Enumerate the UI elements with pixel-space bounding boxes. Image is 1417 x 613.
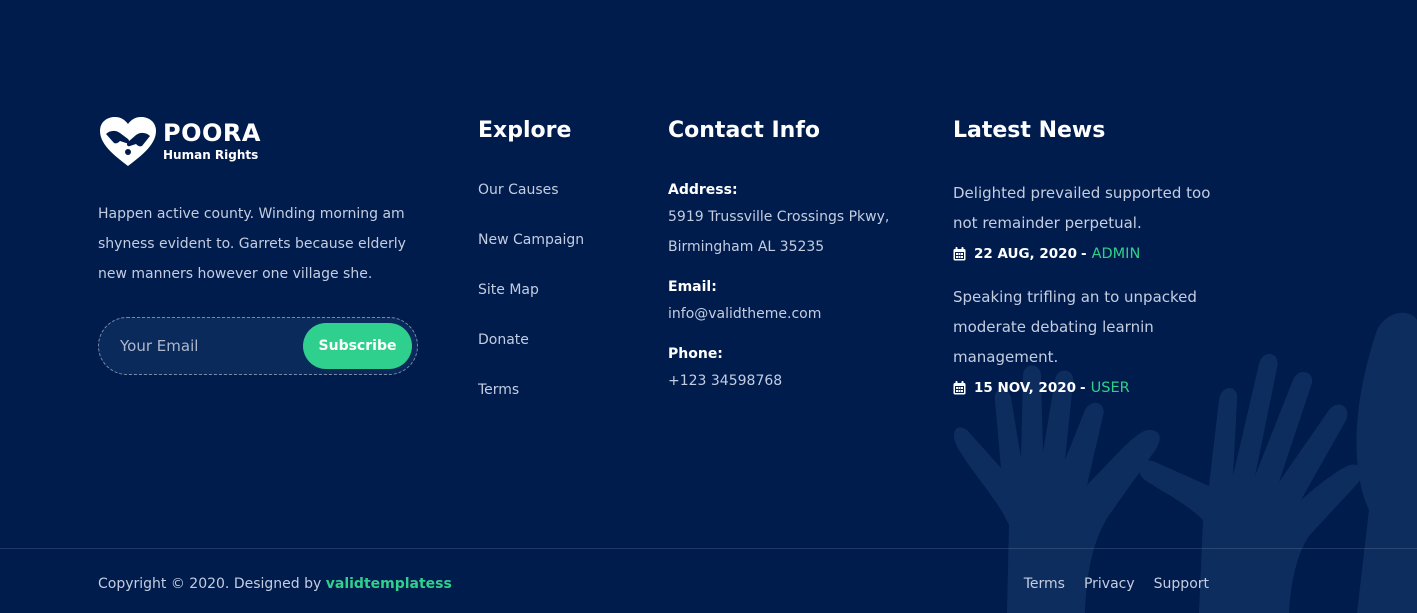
contact-info: Address: 5919 Trussville Crossings Pkwy,… [668, 178, 928, 409]
phone-label: Phone: [668, 346, 723, 362]
news-title[interactable]: Delighted prevailed supported too not re… [953, 178, 1223, 238]
copyright-prefix: Copyright © 2020. Designed by [98, 576, 322, 592]
news-item: Speaking trifling an to unpacked moderat… [953, 282, 1223, 398]
explore-item: New Campaign [478, 228, 584, 278]
news-separator: - [1080, 246, 1087, 262]
footer-link-privacy[interactable]: Privacy [1084, 573, 1135, 595]
news-item: Delighted prevailed supported too not re… [953, 178, 1223, 264]
news-heading: Latest News [953, 118, 1106, 143]
contact-heading: Contact Info [668, 118, 821, 143]
email-value[interactable]: info@validtheme.com [668, 299, 928, 329]
brand-tagline: Human Rights [163, 148, 259, 162]
explore-heading: Explore [478, 118, 572, 143]
email-block: Email: info@validtheme.com [668, 275, 928, 329]
calendar-icon [953, 381, 966, 395]
copyright-text: Copyright © 2020. Designed by validtempl… [98, 573, 452, 595]
explore-link-our-causes[interactable]: Our Causes [478, 182, 559, 198]
brand-name: POORA [163, 119, 261, 147]
news-list: Delighted prevailed supported too not re… [953, 178, 1223, 416]
explore-item: Our Causes [478, 178, 584, 228]
news-author-link[interactable]: ADMIN [1092, 244, 1141, 264]
email-input[interactable] [99, 318, 310, 374]
address-line-2: Birmingham AL 35235 [668, 239, 825, 255]
news-author-link[interactable]: USER [1091, 378, 1130, 398]
news-meta: 15 NOV, 2020 - USER [953, 378, 1223, 398]
news-meta: 22 AUG, 2020 - ADMIN [953, 244, 1223, 264]
footer-nav: Terms Privacy Support [1005, 573, 1209, 595]
explore-link-new-campaign[interactable]: New Campaign [478, 232, 584, 248]
phone-value[interactable]: +123 34598768 [668, 366, 928, 396]
subscribe-button[interactable]: Subscribe [303, 323, 412, 369]
news-title[interactable]: Speaking trifling an to unpacked moderat… [953, 282, 1223, 372]
news-date: 22 AUG, 2020 [974, 246, 1077, 262]
explore-link-terms[interactable]: Terms [478, 382, 519, 398]
explore-link-donate[interactable]: Donate [478, 332, 529, 348]
designer-link[interactable]: validtemplatess [326, 576, 452, 592]
footer-link-terms[interactable]: Terms [1024, 573, 1065, 595]
explore-item: Site Map [478, 278, 584, 328]
explore-item: Donate [478, 328, 584, 378]
newsletter-form: Subscribe [98, 317, 418, 375]
brand-logo[interactable]: POORA Human Rights [98, 116, 261, 168]
calendar-icon [953, 247, 966, 261]
footer-divider [0, 548, 1417, 549]
heart-hands-icon [100, 117, 156, 166]
address-label: Address: [668, 182, 738, 198]
email-label: Email: [668, 279, 717, 295]
footer-link-support[interactable]: Support [1154, 573, 1209, 595]
address-block: Address: 5919 Trussville Crossings Pkwy,… [668, 178, 928, 262]
news-separator: - [1080, 380, 1086, 396]
explore-link-site-map[interactable]: Site Map [478, 282, 539, 298]
address-line-1: 5919 Trussville Crossings Pkwy, [668, 209, 890, 225]
explore-links: Our Causes New Campaign Site Map Donate … [478, 178, 584, 428]
news-date: 15 NOV, 2020 [974, 380, 1077, 396]
explore-item: Terms [478, 378, 584, 428]
phone-block: Phone: +123 34598768 [668, 342, 928, 396]
about-text: Happen active county. Winding morning am… [98, 206, 406, 282]
